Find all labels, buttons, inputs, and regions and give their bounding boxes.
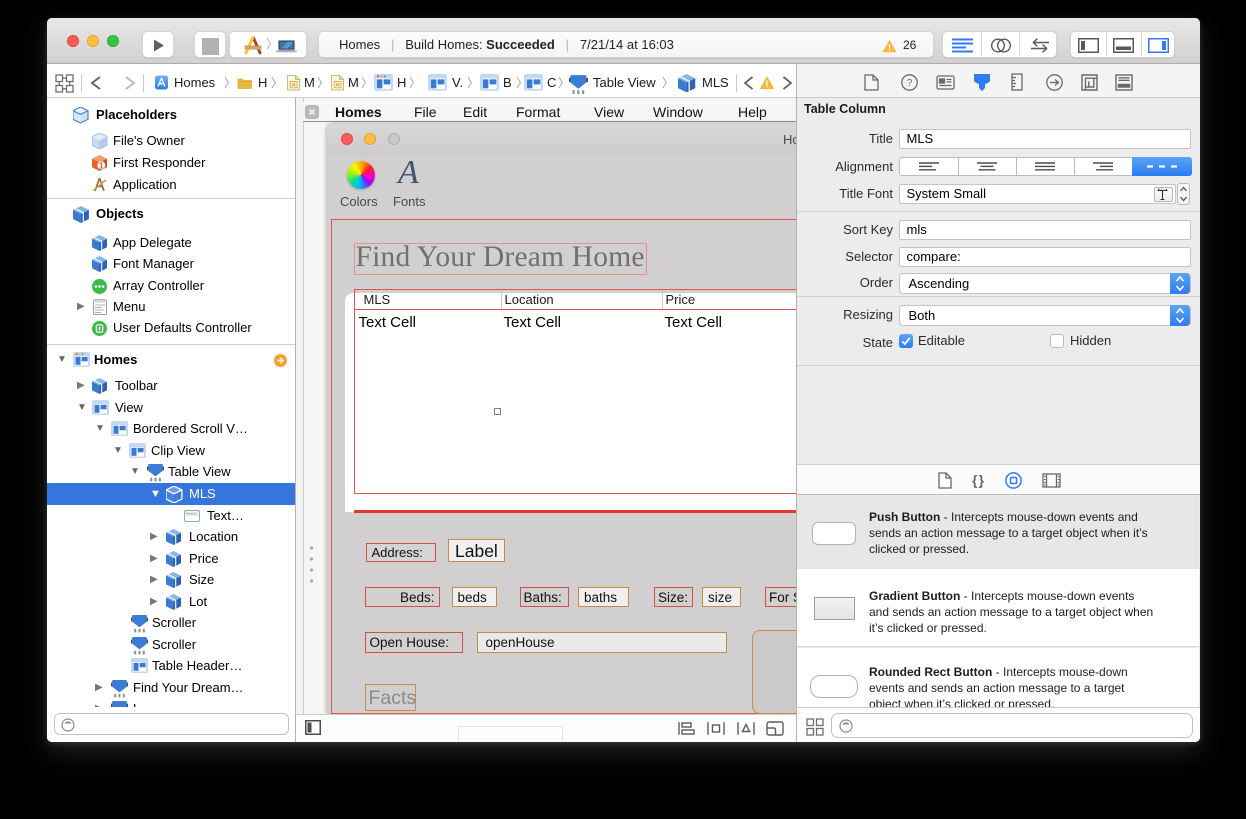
svg-text:!: ! xyxy=(765,79,768,90)
svg-text:!: ! xyxy=(888,42,891,52)
svg-text:?: ? xyxy=(907,78,913,89)
